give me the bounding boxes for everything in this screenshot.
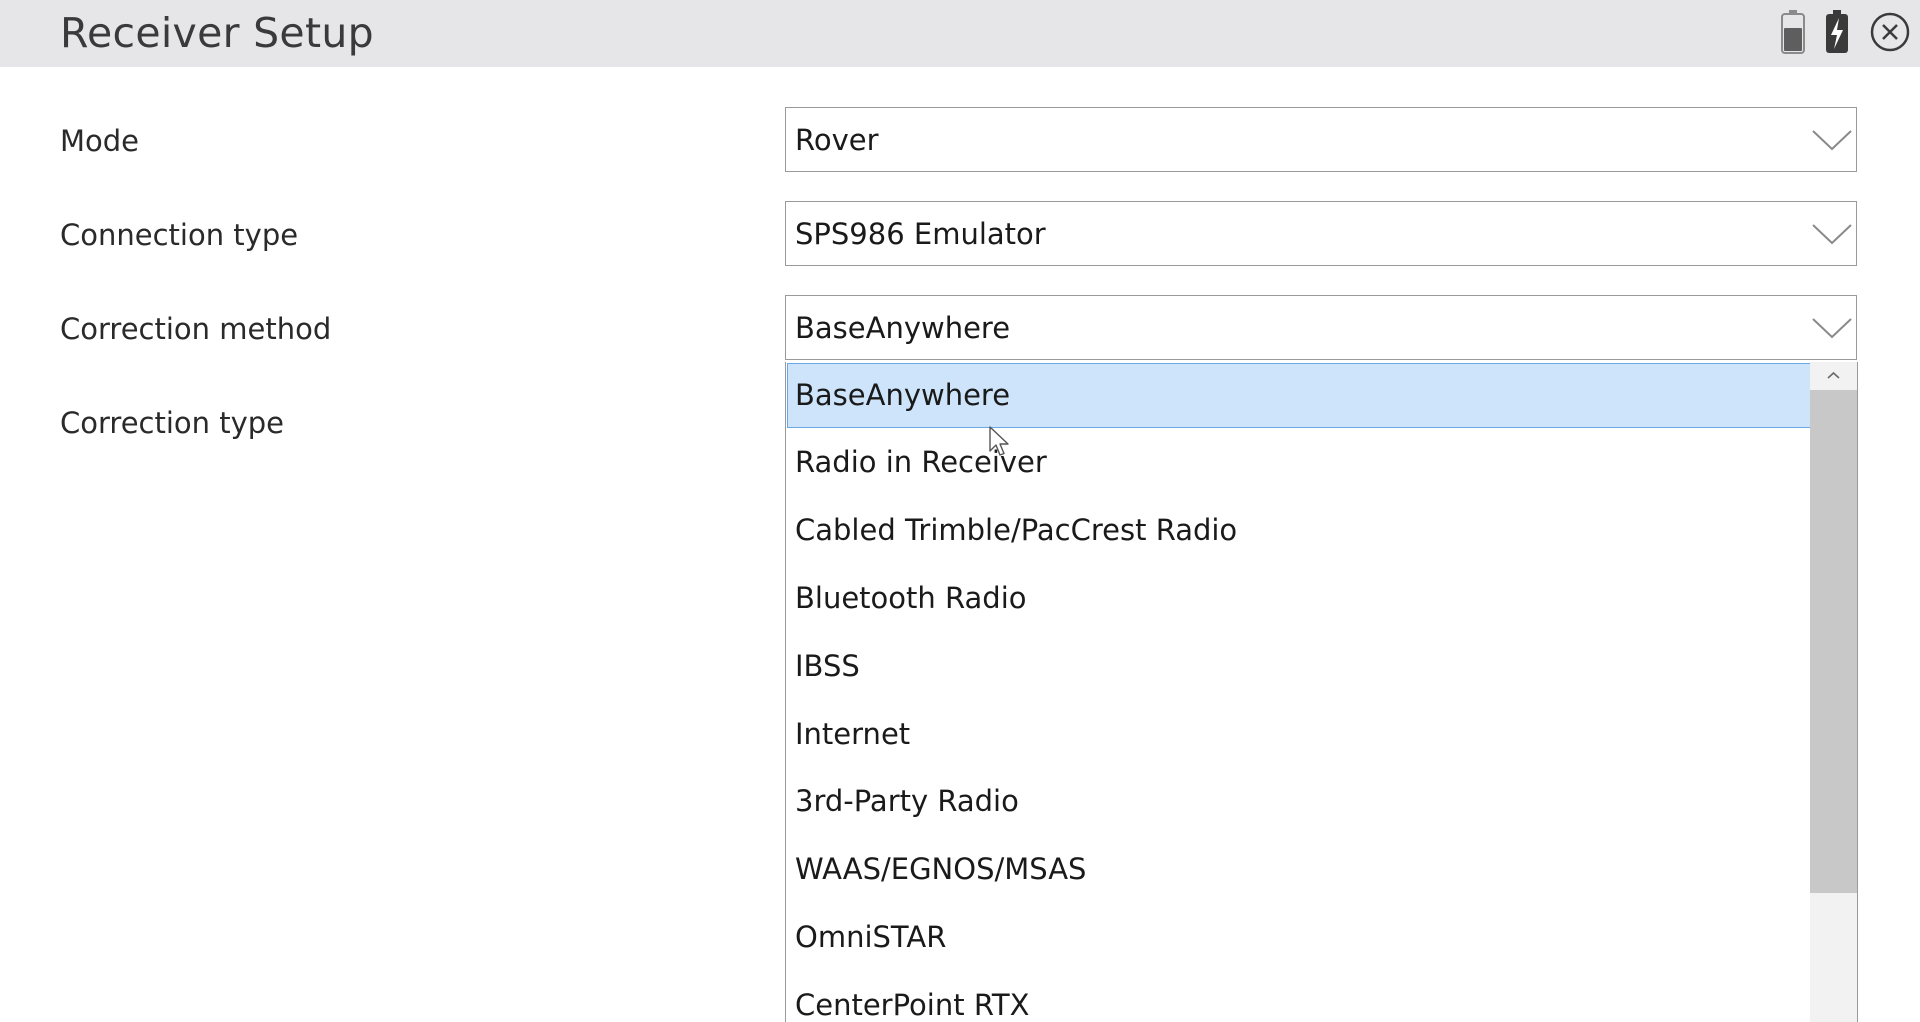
connection-type-value: SPS986 Emulator: [795, 217, 1046, 251]
dropdown-option[interactable]: 3rd-Party Radio: [787, 769, 1811, 834]
dropdown-option[interactable]: Cabled Trimble/PacCrest Radio: [787, 498, 1811, 563]
dropdown-option[interactable]: OmniSTAR: [787, 905, 1811, 970]
correction-type-label: Correction type: [60, 406, 285, 440]
dropdown-option[interactable]: WAAS/EGNOS/MSAS: [787, 837, 1811, 902]
chevron-down-icon: [1812, 128, 1852, 156]
correction-method-value: BaseAnywhere: [795, 311, 1011, 345]
mode-value: Rover: [795, 123, 879, 157]
mode-label: Mode: [60, 124, 140, 158]
connection-type-label: Connection type: [60, 218, 299, 252]
correction-method-dropdown-list[interactable]: BaseAnywhere Radio in Receiver Cabled Tr…: [785, 362, 1858, 1022]
scroll-up-button[interactable]: [1810, 362, 1857, 390]
dropdown-option[interactable]: BaseAnywhere: [787, 363, 1811, 428]
title-bar: Receiver Setup: [0, 0, 1920, 67]
dropdown-option[interactable]: Bluetooth Radio: [787, 566, 1811, 631]
correction-method-label: Correction method: [60, 312, 332, 346]
mode-select[interactable]: Rover: [785, 107, 1857, 172]
chevron-up-icon: [1827, 371, 1840, 379]
chevron-down-icon: [1812, 316, 1852, 344]
dropdown-scrollbar[interactable]: [1810, 362, 1857, 1022]
scrollbar-thumb[interactable]: [1810, 390, 1857, 893]
window-title: Receiver Setup: [60, 9, 374, 57]
close-icon[interactable]: [1870, 12, 1910, 56]
dropdown-option[interactable]: Internet: [787, 702, 1811, 767]
dropdown-option[interactable]: IBSS: [787, 634, 1811, 699]
mouse-pointer-icon: [989, 426, 1011, 462]
chevron-down-icon: [1812, 222, 1852, 250]
connection-type-select[interactable]: SPS986 Emulator: [785, 201, 1857, 266]
dropdown-option[interactable]: CenterPoint RTX: [787, 973, 1811, 1022]
battery-icon: [1781, 10, 1805, 58]
correction-method-select[interactable]: BaseAnywhere: [785, 295, 1857, 360]
dropdown-option[interactable]: Radio in Receiver: [787, 430, 1811, 495]
battery-charging-icon: [1825, 10, 1849, 58]
